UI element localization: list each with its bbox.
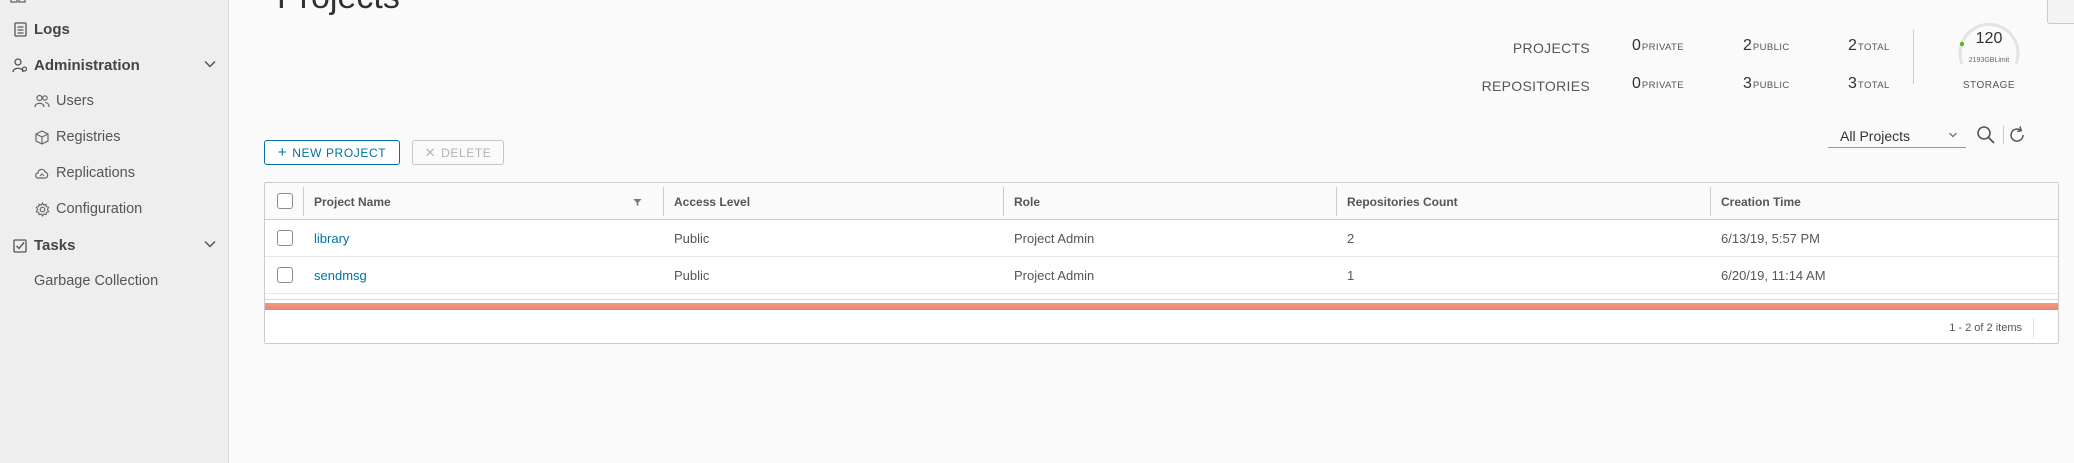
repositories-public-count: 3 PUBLIC [1743, 75, 1790, 92]
column-header-repositories-count[interactable]: Repositories Count [1337, 183, 1707, 220]
sidebar-item-label: Users [56, 93, 94, 109]
tasks-icon [12, 237, 28, 253]
select-all-checkbox[interactable] [277, 193, 293, 209]
sidebar-item-configuration[interactable]: Configuration [0, 194, 229, 224]
table-divider [265, 299, 2058, 300]
sidebar-item-administration[interactable]: Administration [0, 50, 229, 80]
row-checkbox[interactable] [277, 230, 293, 246]
projects-table: Project Name Access Level Role Repositor… [264, 182, 2059, 344]
plus-icon: + [277, 144, 288, 161]
project-name-link[interactable]: sendmsg [304, 257, 367, 294]
repositories-count: 1 [1347, 268, 1355, 283]
chevron-down-icon [204, 60, 216, 68]
projects-stat-label: PROJECTS [1512, 40, 1590, 56]
loading-progress-bar [265, 303, 2058, 310]
sidebar-nav: Logs Administration Users Registries Rep… [0, 0, 229, 463]
registries-icon [34, 129, 50, 145]
sidebar-item-users[interactable]: Users [0, 86, 229, 116]
table-footer: 1 - 2 of 2 items [265, 310, 2058, 344]
sidebar-item-garbage-collection[interactable]: Garbage Collection [0, 266, 229, 296]
footer-divider [2033, 318, 2034, 338]
sidebar-item-registries[interactable]: Registries [0, 122, 229, 152]
repositories-count: 2 [1347, 231, 1355, 246]
replications-icon [34, 165, 50, 181]
new-project-button[interactable]: + NEW PROJECT [264, 140, 400, 165]
column-header-creation-time[interactable]: Creation Time [1711, 183, 2051, 220]
users-icon [34, 93, 50, 109]
logs-icon [12, 21, 28, 37]
creation-time: 6/13/19, 5:57 PM [1721, 231, 1821, 246]
repositories-total-count: 3 TOTAL [1848, 75, 1890, 92]
refresh-icon[interactable] [2006, 124, 2028, 146]
project-name-link[interactable]: library [304, 220, 349, 257]
column-header-role[interactable]: Role [1004, 183, 1334, 220]
table-header: Project Name Access Level Role Repositor… [265, 183, 2058, 220]
column-header-project-name[interactable]: Project Name [304, 183, 614, 220]
access-level: Public [674, 231, 710, 246]
sidebar-item-label: Configuration [56, 201, 143, 217]
project-filter-select[interactable]: All Projects [1828, 124, 1966, 148]
storage-value: 120 [1975, 30, 2003, 47]
page-title: Projects [277, 0, 400, 17]
sidebar-item-replications[interactable]: Replications [0, 158, 229, 188]
sidebar-item-label: Garbage Collection [34, 273, 159, 289]
sidebar-item-label: Replications [56, 165, 135, 181]
storage-limit: 2193GBLimit [1968, 57, 2010, 64]
chevron-down-icon [1949, 132, 1957, 138]
role: Project Admin [1014, 231, 1095, 246]
sidebar-item-label: Administration [34, 56, 140, 74]
toolbar-divider [2003, 126, 2004, 144]
delete-button[interactable]: ✕ DELETE [412, 140, 504, 165]
close-icon: ✕ [424, 145, 437, 160]
storage-label: STORAGE [1962, 80, 2016, 91]
pagination-summary: 1 - 2 of 2 items [1949, 322, 2022, 334]
stats-divider [1913, 30, 1914, 84]
projects-private-count: 0 PRIVATE [1632, 37, 1684, 54]
repositories-stat-label: REPOSITORIES [1481, 78, 1590, 94]
sidebar-item-logs[interactable]: Logs [0, 14, 229, 44]
app-root: Logs Administration Users Registries Rep… [0, 0, 2074, 463]
administration-icon [12, 57, 28, 73]
table-row[interactable]: sendmsg Public Project Admin 1 6/20/19, … [265, 257, 2058, 294]
projects-public-count: 2 PUBLIC [1743, 37, 1790, 54]
projects-icon [10, 0, 26, 3]
configuration-icon [34, 201, 50, 217]
row-checkbox[interactable] [277, 267, 293, 283]
sidebar-item-tasks[interactable]: Tasks [0, 230, 229, 260]
creation-time: 6/20/19, 11:14 AM [1721, 268, 1826, 283]
filter-icon[interactable] [633, 198, 642, 207]
projects-total-count: 2 TOTAL [1848, 37, 1890, 54]
sidebar-item-label: Tasks [34, 236, 76, 254]
search-icon[interactable] [1976, 125, 1996, 145]
table-row[interactable]: library Public Project Admin 2 6/13/19, … [265, 220, 2058, 257]
sidebar-item-label: Registries [56, 129, 121, 145]
role: Project Admin [1014, 268, 1095, 283]
repositories-private-count: 0 PRIVATE [1632, 75, 1684, 92]
panel-toggle[interactable] [2047, 0, 2074, 24]
access-level: Public [674, 268, 710, 283]
chevron-down-icon [204, 240, 216, 248]
sidebar-item-label: Logs [34, 20, 70, 38]
column-header-access-level[interactable]: Access Level [664, 183, 1004, 220]
